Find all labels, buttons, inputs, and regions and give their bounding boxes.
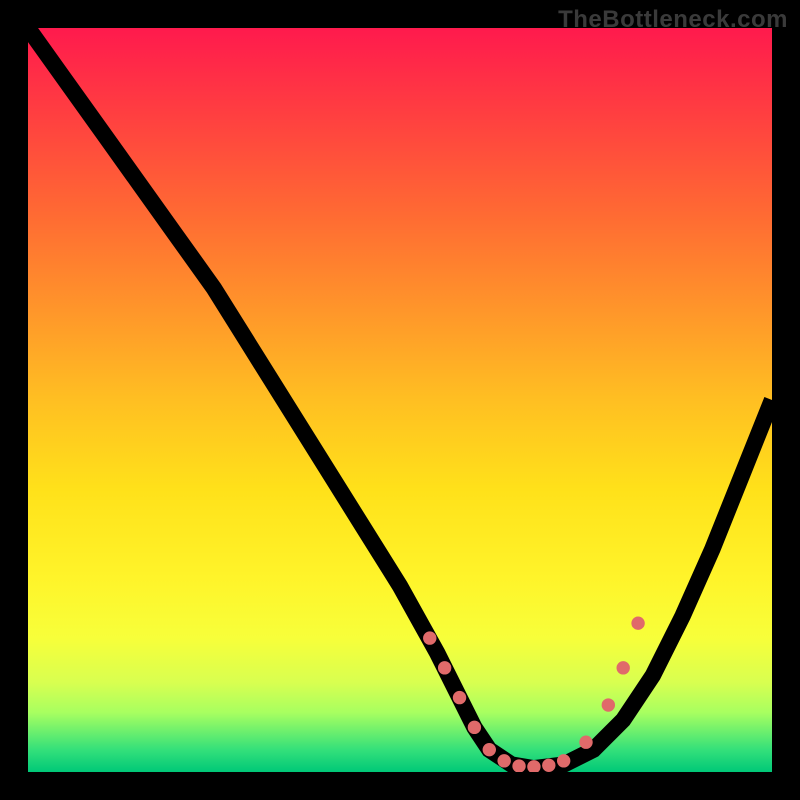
marker-dot — [483, 743, 496, 756]
marker-dot — [631, 617, 644, 630]
watermark-text: TheBottleneck.com — [558, 6, 788, 34]
marker-dot — [423, 631, 436, 644]
marker-dots — [423, 617, 645, 772]
marker-dot — [542, 759, 555, 772]
plot-area — [28, 28, 772, 772]
marker-dot — [617, 661, 630, 674]
chart-frame: TheBottleneck.com — [0, 0, 800, 800]
marker-dot — [468, 721, 481, 734]
marker-dot — [557, 754, 570, 767]
marker-dot — [497, 754, 510, 767]
bottleneck-curve — [28, 28, 772, 768]
marker-dot — [602, 698, 615, 711]
marker-dot — [579, 736, 592, 749]
marker-dot — [438, 661, 451, 674]
marker-dot — [453, 691, 466, 704]
curve-layer — [28, 28, 772, 772]
